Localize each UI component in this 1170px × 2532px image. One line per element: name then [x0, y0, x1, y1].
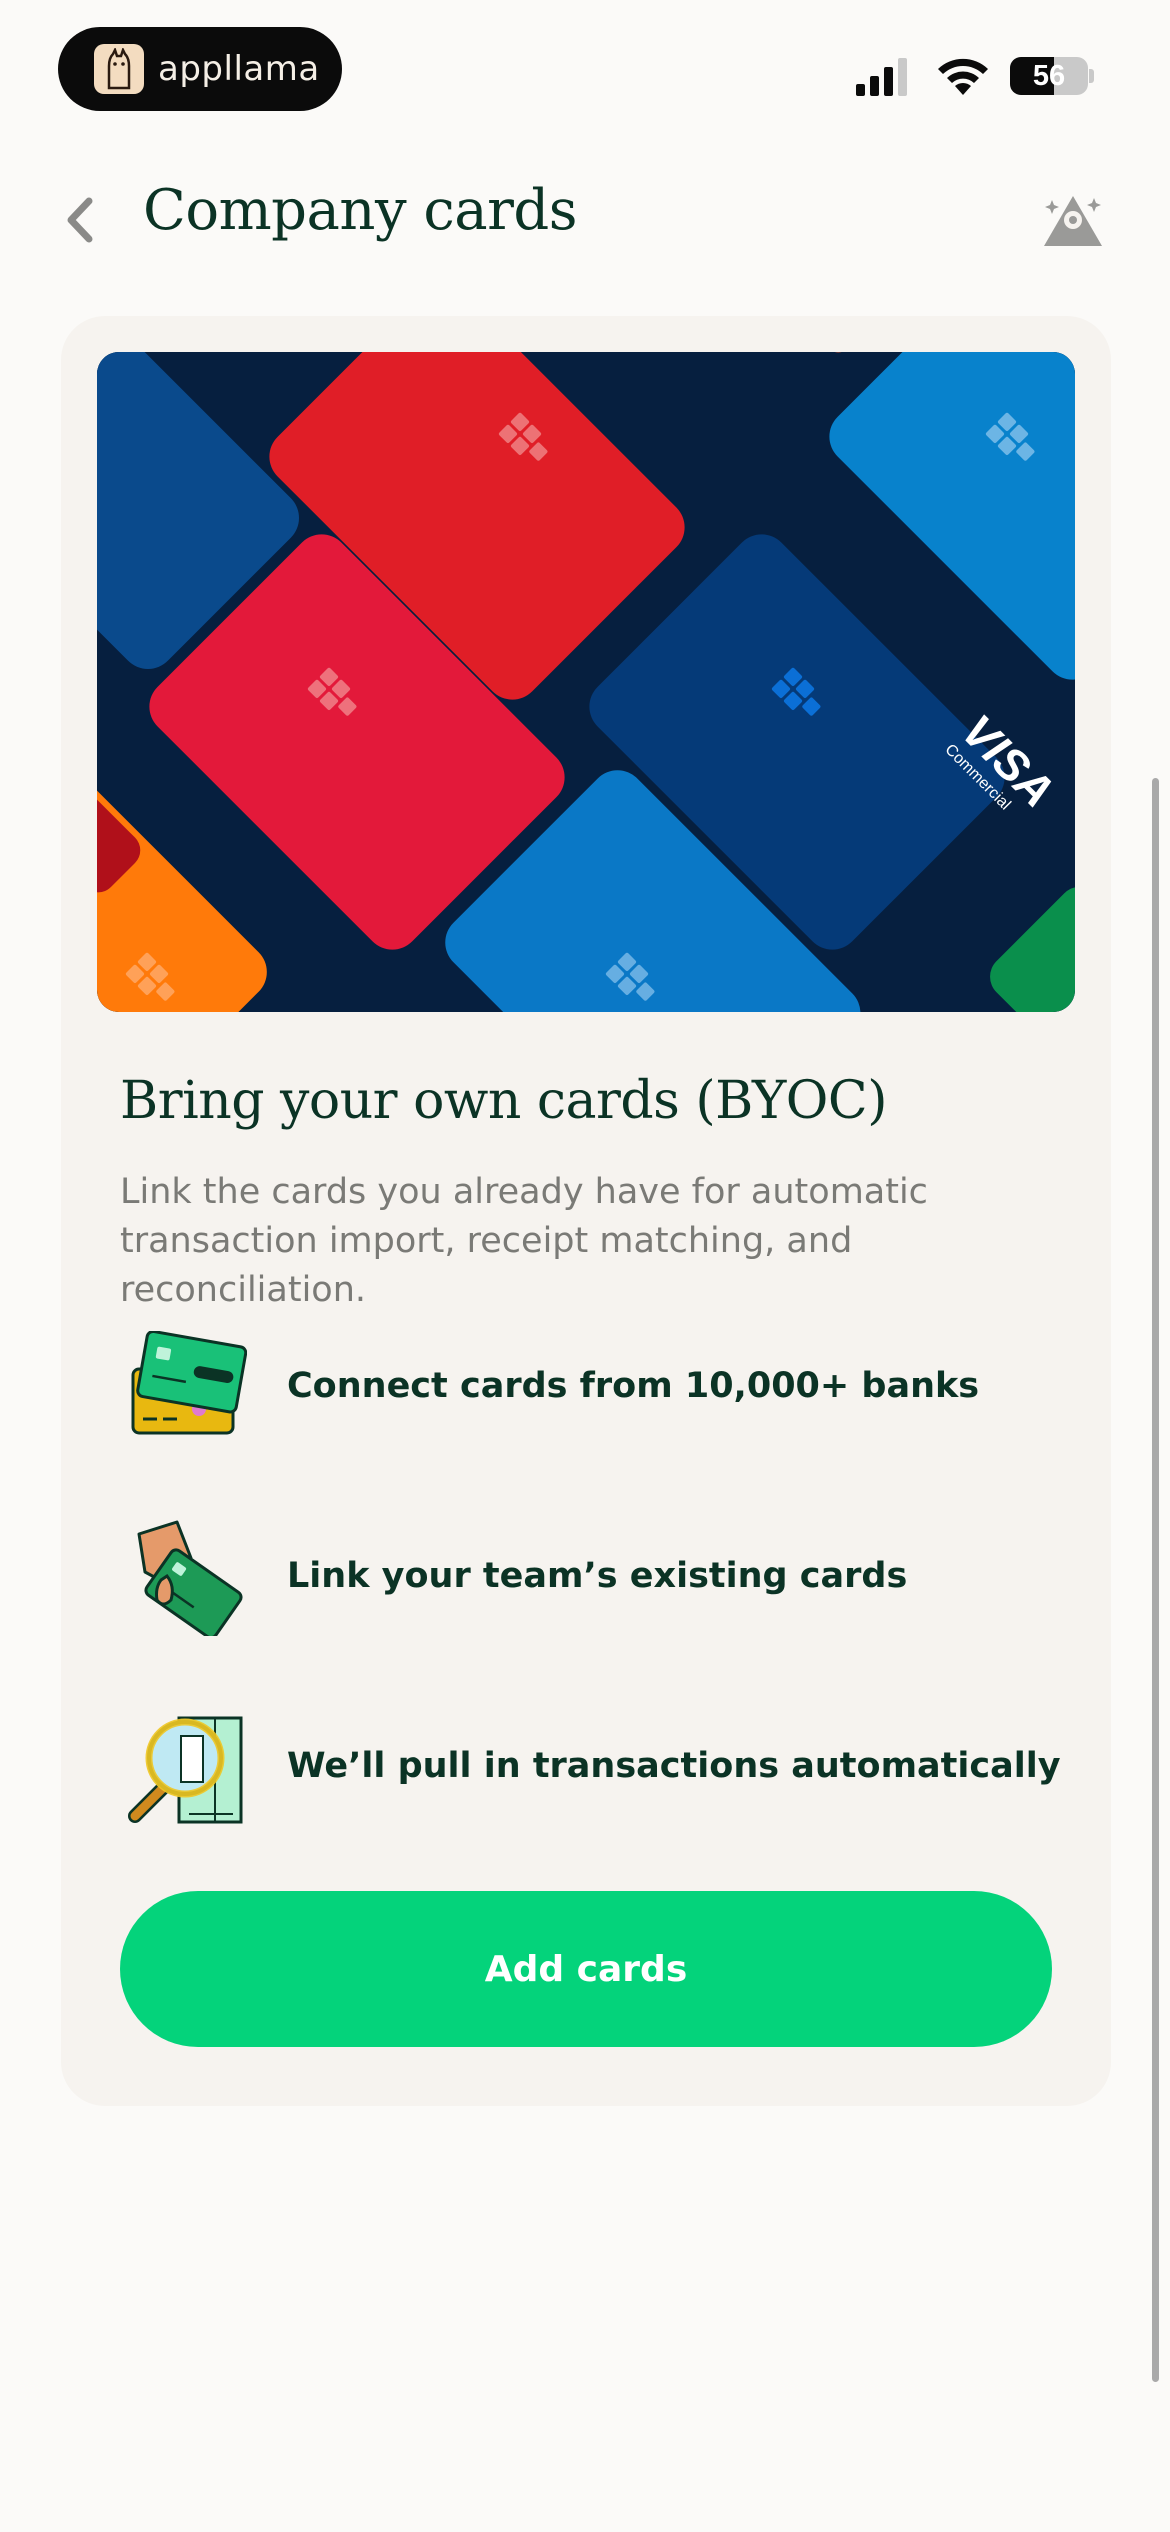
hand-card-icon: [120, 1511, 250, 1641]
feature-connect-banks: Connect cards from 10,000+ banks: [120, 1316, 1080, 1456]
feature-label: Link your team’s existing cards: [287, 1556, 908, 1596]
feature-link-team-cards: Link your team’s existing cards: [120, 1506, 1080, 1646]
battery-cap: [1089, 69, 1094, 83]
app-name: appllama: [158, 49, 320, 89]
page-title: Company cards: [143, 178, 578, 243]
battery-icon: 56: [1010, 57, 1088, 95]
byoc-title: Bring your own cards (BYOC): [120, 1071, 888, 1131]
feature-auto-transactions: We’ll pull in transactions automatically: [120, 1696, 1080, 1836]
app-logo-icon: [94, 44, 144, 94]
back-button[interactable]: [60, 190, 100, 250]
wifi-icon: [938, 58, 988, 95]
byoc-description: Link the cards you already have for auto…: [120, 1172, 928, 1310]
feature-label: We’ll pull in transactions automatically: [287, 1746, 1061, 1786]
status-bar: appllama 56: [0, 0, 1170, 140]
scrollbar[interactable]: [1152, 778, 1159, 2382]
bank-cards-icon: [120, 1321, 250, 1451]
byoc-card-panel: VISA Commercial Bring your own cards (BY…: [61, 316, 1111, 2106]
feature-label: Connect cards from 10,000+ banks: [287, 1366, 980, 1406]
battery-level: 56: [1032, 60, 1066, 92]
magnifier-receipt-icon: [120, 1701, 250, 1831]
add-cards-button[interactable]: Add cards: [120, 1891, 1052, 2047]
sparkle-assistant-icon[interactable]: [1040, 190, 1106, 250]
hero-illustration: VISA Commercial: [97, 352, 1075, 1012]
cellular-signal-icon: [856, 58, 907, 96]
app-indicator-pill[interactable]: appllama: [58, 27, 342, 111]
chevron-left-icon: [67, 197, 93, 243]
